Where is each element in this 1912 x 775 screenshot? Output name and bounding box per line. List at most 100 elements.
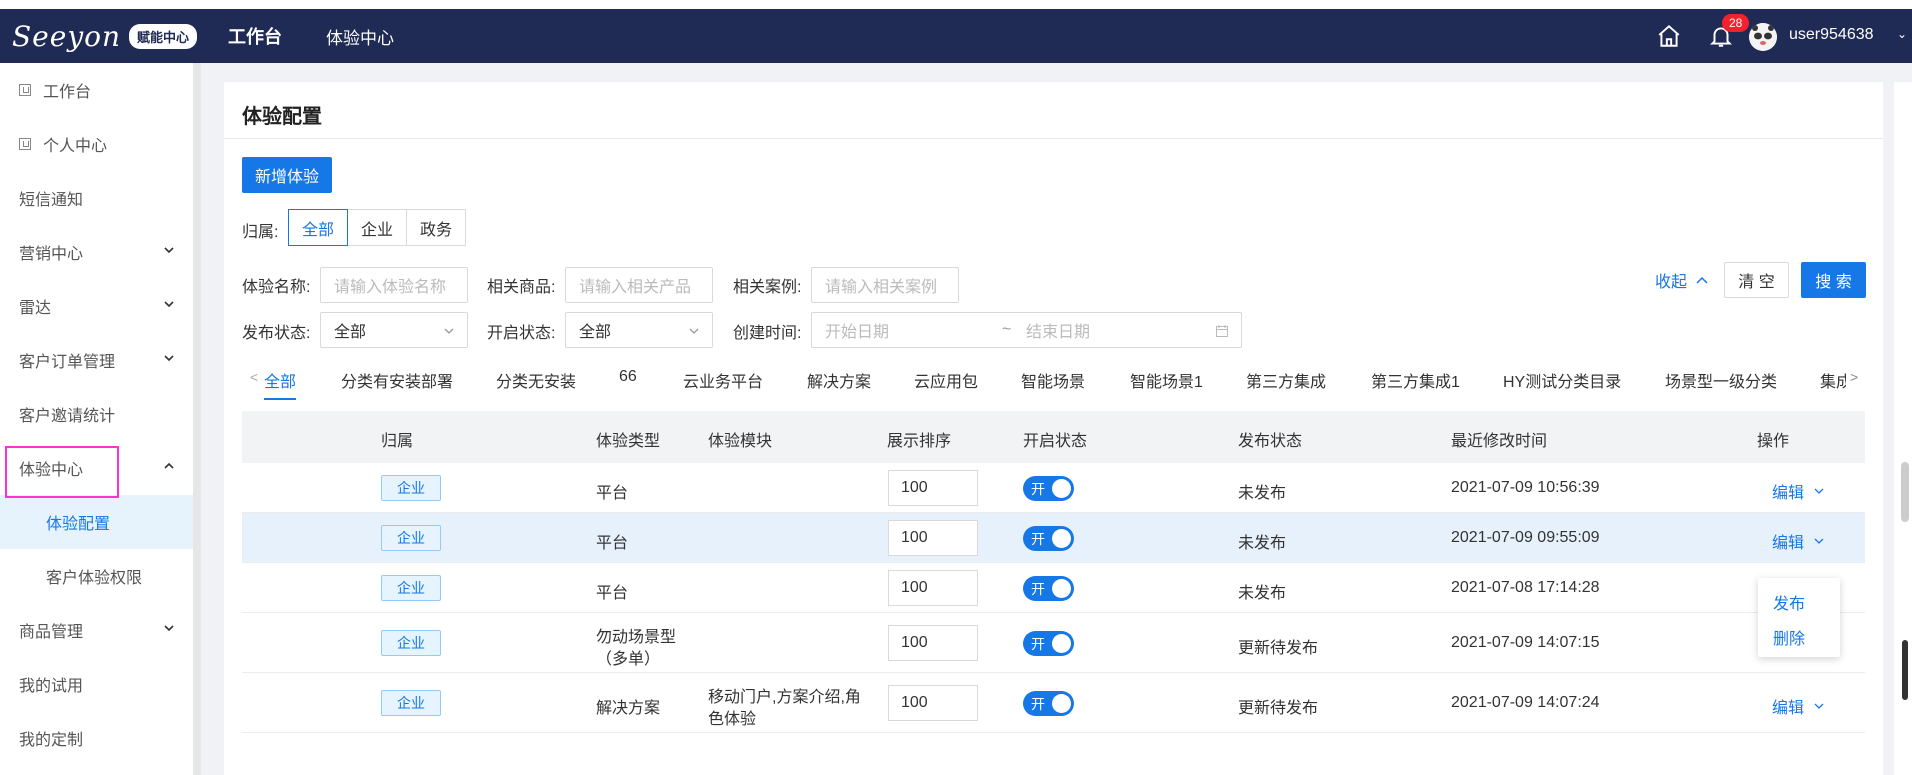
case-filter-label: 相关案例: [733,279,802,296]
belong-tag: 企业 [381,475,441,501]
username[interactable]: user954638 [1789,26,1874,44]
clear-button[interactable]: 清 空 [1724,262,1789,298]
sidebar-item-personal-center[interactable]: 个人中心 [0,117,194,171]
sidebar-item-workbench[interactable]: 工作台 [0,63,194,117]
order-input[interactable]: 100 [888,685,978,721]
end-date-placeholder[interactable]: 结束日期 [1026,318,1090,342]
sidebar-item-label: 客户订单管理 [19,354,116,371]
edit-link[interactable]: 编辑 [1772,529,1804,553]
avatar[interactable] [1749,23,1777,51]
type-cell: 解决方案 [596,700,661,717]
name-input[interactable]: 请输入体验名称 [320,267,468,303]
case-input[interactable]: 请输入相关案例 [811,267,959,303]
order-input[interactable]: 100 [888,570,978,606]
scrollbar-thumb[interactable] [1902,640,1908,700]
scrollbar-thumb[interactable] [1901,462,1909,522]
delete-menu-item[interactable]: 删除 [1773,625,1805,649]
sidebar-item-customer-permission[interactable]: 客户体验权限 [0,549,194,603]
category-tab[interactable]: HY测试分类目录 [1503,368,1621,392]
belong-tag: 企业 [381,630,441,656]
chevron-down-icon [164,355,174,362]
order-input[interactable]: 100 [888,625,978,661]
open-status-select[interactable]: 全部 [565,312,713,348]
time-cell: 2021-07-09 14:07:24 [1451,694,1600,711]
sidebar-scrollbar[interactable] [193,63,200,775]
order-input[interactable]: 100 [888,520,978,556]
category-tab[interactable]: 云应用包 [914,368,978,392]
selection-highlight-box [5,446,119,498]
category-tab[interactable]: 集成 [1820,368,1846,392]
user-menu-chevron-icon[interactable]: ⌄ [1897,27,1907,41]
order-input[interactable]: 100 [888,470,978,506]
open-toggle[interactable]: 开 [1023,691,1074,716]
sidebar-item-label: 我的定制 [19,732,84,749]
category-tab[interactable]: 场景型一级分类 [1665,368,1777,392]
sidebar-item-my-custom[interactable]: 我的定制 [0,711,194,765]
category-tab[interactable]: 智能场景 [1021,368,1085,392]
open-toggle[interactable]: 开 [1023,576,1074,601]
avatar-icon [1749,23,1777,51]
edit-action[interactable]: 编辑 [1772,694,1825,718]
edit-action[interactable]: 编辑 [1772,529,1825,553]
chevron-down-icon[interactable] [1813,485,1825,497]
scroll-left-icon[interactable]: < [250,369,258,385]
open-toggle[interactable]: 开 [1023,526,1074,551]
category-tab[interactable]: 66 [619,368,637,386]
category-tab[interactable]: 分类无安装 [496,368,576,392]
edit-action[interactable]: 编辑 [1772,479,1825,503]
status-cell: 未发布 [1238,585,1287,602]
name-filter-label: 体验名称: [242,279,311,296]
toggle-label: 开 [1031,581,1045,597]
category-tab[interactable]: 云业务平台 [683,368,763,392]
belong-option-enterprise[interactable]: 企业 [347,209,408,246]
notification-button[interactable]: 28 [1708,14,1750,51]
sidebar-item-product-management[interactable]: 商品管理 [0,603,194,657]
add-experience-button[interactable]: 新增体验 [242,157,332,193]
publish-menu-item[interactable]: 发布 [1773,590,1805,614]
belong-option-all[interactable]: 全部 [288,209,349,246]
type-cell-line1: 勿动场景型 [596,629,677,646]
edit-link[interactable]: 编辑 [1772,694,1804,718]
sidebar-item-invite-stats[interactable]: 客户邀请统计 [0,387,194,441]
chevron-down-icon[interactable] [1813,700,1825,712]
category-tab[interactable]: 智能场景1 [1130,368,1203,392]
top-nav-experience-center[interactable]: 体验中心 [326,24,394,49]
table-row: 企业 平台 100 开 未发布 2021-07-09 09:55:09 编辑 [242,513,1865,563]
product-input[interactable]: 请输入相关产品 [565,267,713,303]
sidebar-item-radar[interactable]: 雷达 [0,279,194,333]
main-panel: 体验配置 新增体验 归属: 全部 企业 政务 体验名称: 请输入体验名称 相关商… [224,82,1883,775]
publish-status-select[interactable]: 全部 [320,312,468,348]
category-tab[interactable]: 分类有安装部署 [341,368,453,392]
category-tab-all[interactable]: 全部 [264,368,297,400]
sidebar-item-my-trial[interactable]: 我的试用 [0,657,194,711]
date-range-picker[interactable]: 开始日期 ~ 结束日期 [811,312,1242,348]
table-header: 归属 体验类型 体验模块 展示排序 开启状态 发布状态 最近修改时间 操作 [242,411,1865,463]
page-icon [19,138,31,150]
status-cell: 更新待发布 [1238,700,1319,717]
open-toggle[interactable]: 开 [1023,476,1074,501]
logo[interactable]: Seeyon 赋能中心 [0,9,201,63]
collapse-toggle[interactable]: 收起 [1655,268,1709,292]
edit-link[interactable]: 编辑 [1772,479,1804,503]
sidebar-item-orders[interactable]: 客户订单管理 [0,333,194,387]
chevron-up-icon [1696,276,1708,284]
category-tab[interactable]: 第三方集成 [1246,368,1326,392]
page-scrollbar[interactable] [1894,82,1912,775]
column-header: 操作 [1757,433,1790,450]
start-date-placeholder[interactable]: 开始日期 [825,318,889,342]
scroll-right-icon[interactable]: > [1850,369,1858,385]
sidebar-item-marketing[interactable]: 营销中心 [0,225,194,279]
home-icon[interactable] [1656,23,1682,49]
sidebar-item-sms[interactable]: 短信通知 [0,171,194,225]
time-cell: 2021-07-08 17:14:28 [1451,579,1600,596]
open-toggle[interactable]: 开 [1023,631,1074,656]
publish-filter-label: 发布状态: [242,325,311,342]
category-tab[interactable]: 第三方集成1 [1371,368,1460,392]
sidebar-item-label: 个人中心 [43,138,108,155]
belong-option-government[interactable]: 政务 [406,209,467,246]
top-nav-workbench[interactable]: 工作台 [228,23,282,49]
search-button[interactable]: 搜 索 [1801,262,1866,298]
sidebar-item-experience-config[interactable]: 体验配置 [0,495,194,549]
category-tab[interactable]: 解决方案 [807,368,871,392]
chevron-down-icon[interactable] [1813,535,1825,547]
